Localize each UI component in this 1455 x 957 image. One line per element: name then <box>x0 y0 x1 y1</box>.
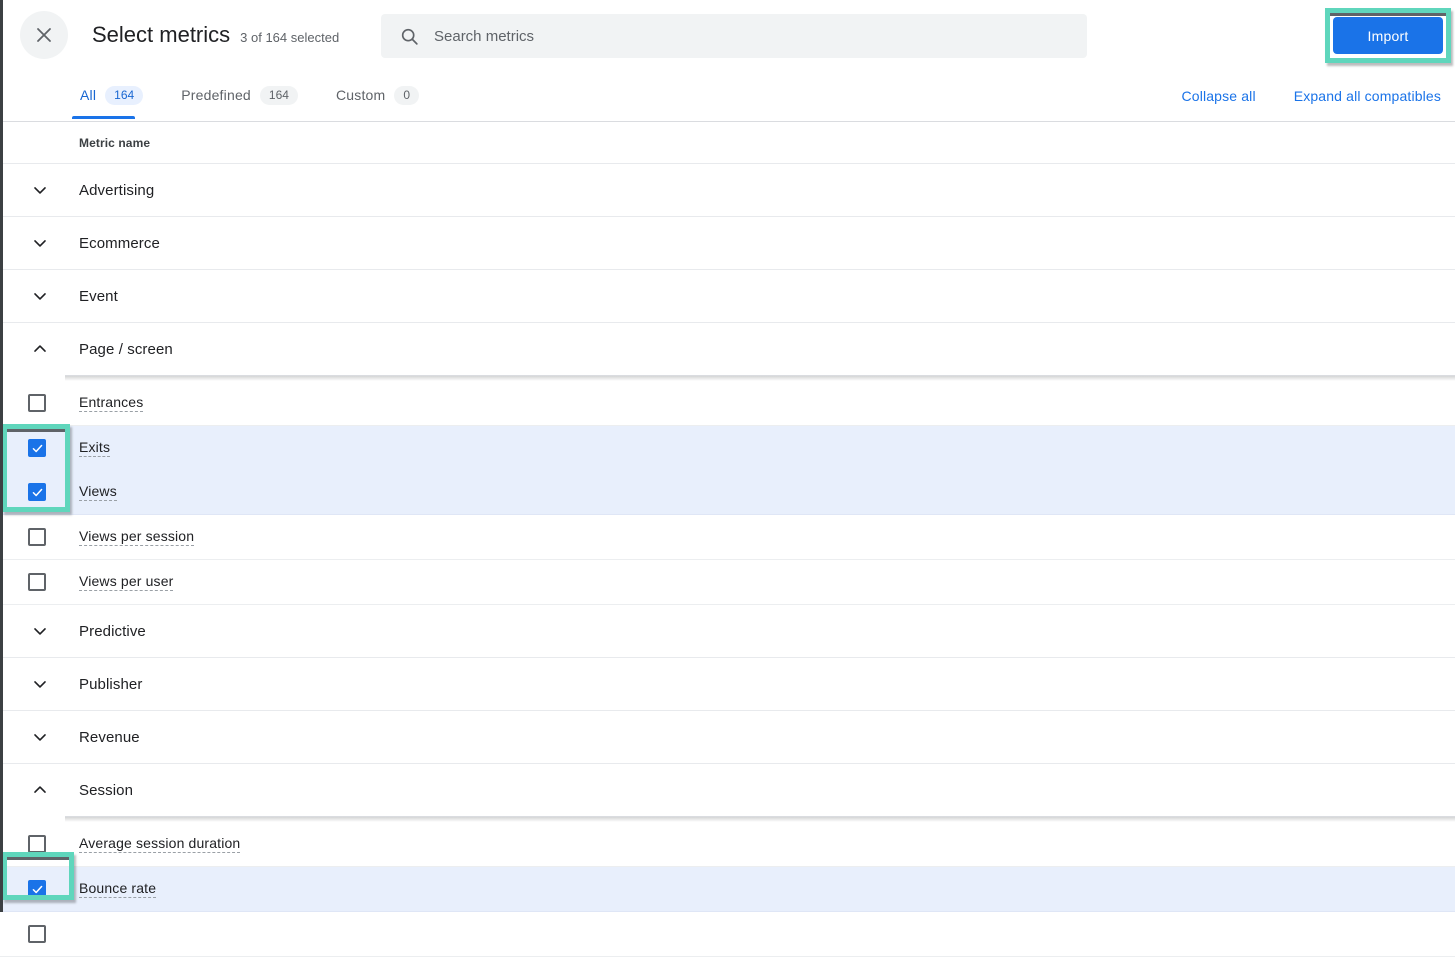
checkbox-unchecked-icon[interactable] <box>28 394 46 412</box>
search-icon <box>399 26 420 47</box>
metric-label: Bounce rate <box>79 880 157 898</box>
checkbox-cell[interactable] <box>0 394 79 412</box>
import-button[interactable]: Import <box>1333 17 1443 54</box>
metric-label: Views per session <box>79 528 195 546</box>
checkbox-cell[interactable] <box>0 439 79 457</box>
chevron-up-icon <box>0 339 79 359</box>
table-column-header: Metric name <box>0 122 1455 164</box>
group-row-advertising[interactable]: Advertising <box>0 164 1455 217</box>
group-row-page-screen[interactable]: Page / screen <box>0 323 1455 375</box>
tab-bar: All 164 Predefined 164 Custom 0 Collapse… <box>0 71 1455 122</box>
search-box[interactable] <box>381 14 1087 58</box>
chevron-down-icon <box>0 621 79 641</box>
chevron-down-icon <box>0 233 79 253</box>
chevron-down-icon <box>0 674 79 694</box>
metric-row-views[interactable]: Views <box>0 470 1455 515</box>
group-row-publisher[interactable]: Publisher <box>0 658 1455 711</box>
tab-custom-label: Custom <box>335 87 386 103</box>
metrics-list: Metric name Advertising Ecommerce Event <box>0 122 1455 957</box>
checkbox-cell[interactable] <box>0 528 79 546</box>
metric-label: Views per user <box>79 573 174 591</box>
group-row-predictive[interactable]: Predictive <box>0 605 1455 658</box>
group-row-ecommerce[interactable]: Ecommerce <box>0 217 1455 270</box>
tab-predefined-label: Predefined <box>181 87 251 103</box>
checkbox-unchecked-icon[interactable] <box>28 925 46 943</box>
group-label: Advertising <box>79 181 155 199</box>
close-button[interactable] <box>20 11 68 59</box>
checkbox-checked-icon[interactable] <box>28 483 46 501</box>
checkbox-unchecked-icon[interactable] <box>28 573 46 591</box>
import-highlight-inner-edge <box>1330 13 1446 16</box>
group-label: Event <box>79 287 118 305</box>
tabs-group: All 164 Predefined 164 Custom 0 <box>71 71 457 121</box>
tab-predefined-count: 164 <box>259 85 298 105</box>
page-title: Select metrics 3 of 164 selected <box>92 20 339 53</box>
dialog-header: Select metrics 3 of 164 selected Import <box>0 0 1455 71</box>
search-input[interactable] <box>434 27 1064 45</box>
metric-row-entrances[interactable]: Entrances <box>0 381 1455 426</box>
tab-custom[interactable]: Custom 0 <box>335 71 420 119</box>
chevron-down-icon <box>0 727 79 747</box>
collapse-all-link[interactable]: Collapse all <box>1182 88 1256 104</box>
checkbox-cell[interactable] <box>0 483 79 501</box>
column-header-metric-name: Metric name <box>79 135 151 150</box>
metric-row-average-session-duration[interactable]: Average session duration <box>0 822 1455 867</box>
checkbox-unchecked-icon[interactable] <box>28 835 46 853</box>
tab-all[interactable]: All 164 <box>71 71 144 119</box>
metric-label: Exits <box>79 439 111 457</box>
tab-all-label: All <box>80 87 97 103</box>
group-label: Session <box>79 781 134 799</box>
chevron-down-icon <box>0 180 79 200</box>
checkbox-cell[interactable] <box>0 880 79 898</box>
checkbox-cell[interactable] <box>0 835 79 853</box>
checkbox-checked-icon[interactable] <box>28 880 46 898</box>
tab-all-count: 164 <box>105 85 144 105</box>
metric-row-partial[interactable] <box>0 912 1455 957</box>
checkbox-cell[interactable] <box>0 925 79 943</box>
group-label: Predictive <box>79 622 146 640</box>
metric-label: Average session duration <box>79 835 241 853</box>
group-expand-shadow <box>65 375 1455 381</box>
metric-row-exits[interactable]: Exits <box>0 426 1455 470</box>
group-row-event[interactable]: Event <box>0 270 1455 323</box>
tab-predefined[interactable]: Predefined 164 <box>181 71 298 119</box>
metric-row-views-per-user[interactable]: Views per user <box>0 560 1455 605</box>
tab-custom-count: 0 <box>394 85 420 105</box>
group-label: Revenue <box>79 728 140 746</box>
metric-row-bounce-rate[interactable]: Bounce rate <box>0 867 1455 912</box>
chevron-down-icon <box>0 286 79 306</box>
chevron-up-icon <box>0 780 79 800</box>
expand-all-compatibles-link[interactable]: Expand all compatibles <box>1294 88 1441 104</box>
close-icon <box>33 24 55 46</box>
select-metrics-dialog: Select metrics 3 of 164 selected Import … <box>0 0 1455 957</box>
group-row-revenue[interactable]: Revenue <box>0 711 1455 764</box>
metric-label: Views <box>79 483 117 501</box>
dialog-title: Select metrics <box>92 22 231 47</box>
checkbox-cell[interactable] <box>0 573 79 591</box>
metric-label: Entrances <box>79 394 144 412</box>
checkbox-checked-icon[interactable] <box>28 439 46 457</box>
selection-count: 3 of 164 selected <box>240 30 340 45</box>
header-actions: Collapse all Expand all compatibles <box>1144 71 1441 121</box>
group-label: Ecommerce <box>79 234 160 252</box>
group-label: Publisher <box>79 675 143 693</box>
group-label: Page / screen <box>79 340 173 358</box>
group-expand-shadow <box>65 816 1455 822</box>
group-row-session[interactable]: Session <box>0 764 1455 816</box>
window-left-edge <box>0 0 3 912</box>
checkbox-unchecked-icon[interactable] <box>28 528 46 546</box>
metric-row-views-per-session[interactable]: Views per session <box>0 515 1455 560</box>
